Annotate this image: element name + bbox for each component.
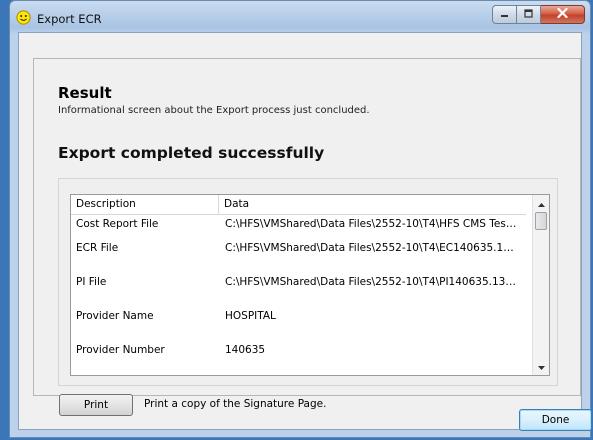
- print-button[interactable]: Print: [59, 394, 133, 416]
- window-content: Result Informational screen about the Ex…: [18, 32, 592, 431]
- maximize-button[interactable]: [517, 5, 541, 24]
- caption-buttons: [492, 5, 585, 24]
- grid-rows: Cost Report File C:\HFS\VMShared\Data Fi…: [71, 215, 526, 374]
- row-description: Provider Name: [76, 310, 154, 322]
- row-description: ECR File: [76, 242, 119, 254]
- close-icon: [557, 7, 568, 21]
- result-subheading: Informational screen about the Export pr…: [58, 105, 370, 116]
- export-details-grid[interactable]: Description Data Cost Report File C:\HFS…: [70, 194, 550, 376]
- export-status-message: Export completed successfully: [58, 144, 325, 162]
- done-button[interactable]: Done: [519, 409, 592, 431]
- scroll-thumb[interactable]: [535, 212, 547, 230]
- smiley-face-icon: [16, 10, 31, 25]
- row-description: Provider Number: [76, 344, 165, 356]
- title-bar[interactable]: Export ECR: [10, 1, 590, 33]
- table-row[interactable]: PI File C:\HFS\VMShared\Data Files\2552-…: [71, 272, 526, 306]
- minimize-button[interactable]: [492, 5, 517, 24]
- close-button[interactable]: [541, 5, 585, 24]
- row-data: 140635: [225, 344, 266, 356]
- table-row[interactable]: Cost Report File C:\HFS\VMShared\Data Fi…: [71, 215, 526, 238]
- maximize-icon: [524, 8, 533, 21]
- row-description: Cost Report File: [76, 218, 159, 230]
- column-header-description[interactable]: Description: [71, 195, 219, 214]
- row-data: C:\HFS\VMShared\Data Files\2552-10\T4\HF…: [225, 218, 520, 230]
- table-row[interactable]: Provider Name HOSPITAL: [71, 306, 526, 340]
- row-description: PI File: [76, 276, 107, 288]
- chevron-up-icon: [537, 197, 545, 210]
- print-description: Print a copy of the Signature Page.: [144, 398, 327, 410]
- row-data: C:\HFS\VMShared\Data Files\2552-10\T4\EC…: [225, 242, 520, 254]
- table-row[interactable]: ECR File C:\HFS\VMShared\Data Files\2552…: [71, 238, 526, 272]
- chevron-down-icon: [537, 360, 545, 373]
- row-data: C:\HFS\VMShared\Data Files\2552-10\T4\PI…: [225, 276, 520, 288]
- result-details-panel: Description Data Cost Report File C:\HFS…: [58, 178, 558, 386]
- export-ecr-window: Export ECR Result Informational screen a…: [9, 0, 592, 438]
- vertical-scrollbar[interactable]: [532, 195, 549, 375]
- result-heading: Result: [58, 84, 112, 102]
- result-group: Result Informational screen about the Ex…: [33, 58, 581, 416]
- minimize-icon: [500, 8, 509, 21]
- scroll-up-button[interactable]: [533, 195, 549, 212]
- column-header-data[interactable]: Data: [219, 195, 526, 214]
- row-data: HOSPITAL: [225, 310, 276, 322]
- grid-header: Description Data: [71, 195, 526, 215]
- table-row[interactable]: Provider Number 140635: [71, 340, 526, 374]
- scroll-down-button[interactable]: [533, 358, 549, 375]
- window-title: Export ECR: [37, 12, 102, 26]
